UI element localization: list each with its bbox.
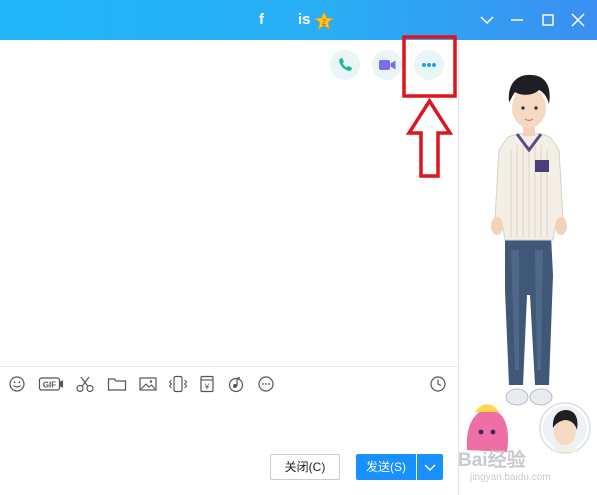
send-button[interactable]: 发送(S)	[356, 454, 416, 480]
window-title-part2: is	[298, 11, 311, 28]
history-button[interactable]	[427, 374, 449, 394]
folder-icon	[107, 378, 127, 391]
window-title-part1: f	[259, 11, 264, 28]
message-input[interactable]	[0, 400, 458, 448]
phone-icon	[339, 58, 352, 71]
more-tools-button[interactable]	[255, 374, 277, 394]
message-area[interactable]	[0, 40, 458, 366]
watermark-url: jingyan.baidu.com	[470, 472, 551, 483]
close-icon[interactable]	[567, 9, 589, 31]
video-camera-icon	[379, 60, 396, 70]
emoji-button[interactable]	[6, 374, 28, 394]
clock-icon	[430, 376, 446, 392]
video-call-button[interactable]	[372, 50, 402, 80]
music-icon	[228, 376, 244, 393]
title-bar: f is 2	[0, 0, 597, 40]
annotation-highlight	[402, 35, 457, 178]
toolbar-divider	[0, 366, 458, 367]
image-icon	[139, 377, 157, 391]
send-file-button[interactable]	[106, 374, 128, 394]
more-dots-icon	[258, 376, 274, 392]
minimize-icon[interactable]	[506, 9, 528, 31]
chevron-down-icon	[424, 464, 436, 472]
screenshot-button[interactable]	[74, 374, 96, 394]
red-packet-symbol: ¥	[204, 383, 210, 392]
maximize-icon[interactable]	[537, 9, 559, 31]
scissors-icon	[76, 376, 94, 393]
send-image-button[interactable]	[137, 374, 159, 394]
send-options-button[interactable]	[417, 454, 443, 480]
red-packet-button[interactable]: ¥	[196, 374, 218, 394]
contact-show-panel	[458, 40, 597, 495]
star-badge-icon: 2	[315, 12, 333, 30]
gif-button[interactable]: GIF	[38, 374, 64, 394]
gif-label: GIF	[43, 381, 56, 390]
chevron-down-icon[interactable]	[476, 9, 498, 31]
voice-call-button[interactable]	[330, 50, 360, 80]
music-button[interactable]	[225, 374, 247, 394]
smiley-icon	[9, 376, 25, 392]
shake-button[interactable]	[167, 374, 189, 394]
gif-icon: GIF	[38, 377, 63, 391]
avatar-figure	[466, 74, 591, 454]
shake-phone-icon	[168, 375, 188, 393]
badge-number: 2	[322, 18, 327, 27]
close-button[interactable]: 关闭(C)	[270, 454, 340, 480]
watermark-logo: Bai经验	[458, 450, 526, 471]
red-packet-icon: ¥	[200, 375, 214, 393]
